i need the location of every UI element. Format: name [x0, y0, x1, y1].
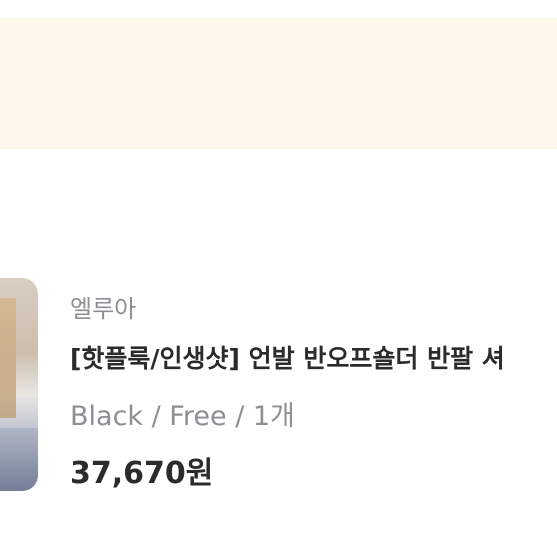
- product-title[interactable]: [핫플룩/인생샷] 언발 반오프숄더 반팔 셔: [70, 339, 505, 375]
- thumbnail-detail: [0, 298, 16, 418]
- order-item-screen: 엘루아 [핫플룩/인생샷] 언발 반오프숄더 반팔 셔 Black / Free…: [0, 0, 557, 557]
- product-price: 37,670원: [70, 456, 214, 491]
- notice-banner: [0, 18, 557, 149]
- seller-name[interactable]: 엘루아: [70, 289, 136, 324]
- thumbnail-detail: [0, 428, 38, 491]
- product-thumbnail[interactable]: [0, 278, 38, 491]
- product-card[interactable]: 엘루아 [핫플룩/인생샷] 언발 반오프숄더 반팔 셔 Black / Free…: [0, 278, 557, 493]
- product-option: Black / Free / 1개: [70, 401, 295, 432]
